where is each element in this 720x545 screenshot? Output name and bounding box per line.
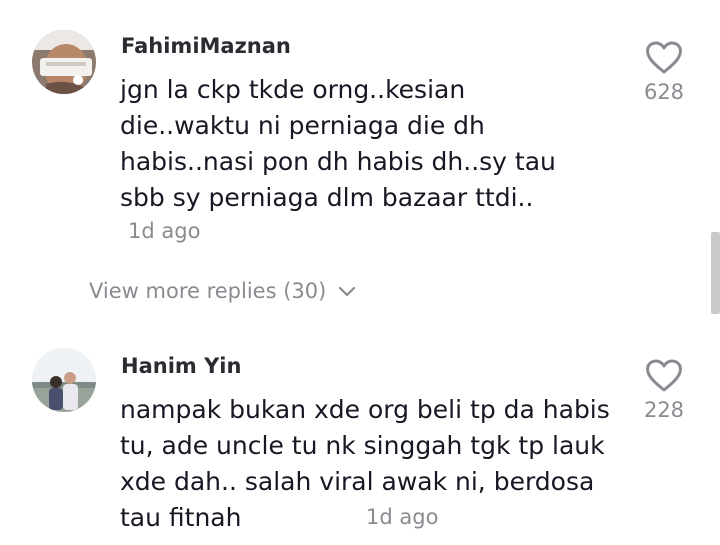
comment-text: nampak bukan xde org beli tp da habis tu…: [120, 395, 610, 532]
view-more-replies-button[interactable]: View more replies (30): [89, 279, 356, 303]
like-button[interactable]: 628: [628, 40, 700, 104]
comment-username[interactable]: FahimiMaznan: [121, 34, 291, 58]
avatar[interactable]: [32, 30, 96, 94]
like-count: 228: [643, 398, 685, 422]
heart-icon[interactable]: [644, 358, 684, 394]
comment-timestamp: 1d ago: [128, 219, 201, 243]
chevron-down-icon: [339, 286, 356, 297]
comment-item: FahimiMaznan jgn la ckp tkde orng..kesia…: [0, 0, 720, 270]
comment-item: Hanim Yin nampak bukan xde org beli tp d…: [0, 330, 720, 545]
like-button[interactable]: 228: [628, 358, 700, 422]
avatar[interactable]: [32, 348, 96, 412]
comment-username[interactable]: Hanim Yin: [121, 354, 241, 378]
like-count: 628: [643, 80, 685, 104]
comment-timestamp: 1d ago: [366, 505, 439, 529]
comment-text: jgn la ckp tkde orng..kesian die..waktu …: [120, 75, 556, 212]
scrollbar[interactable]: [711, 232, 720, 314]
view-more-replies-label: View more replies (30): [89, 279, 327, 303]
heart-icon[interactable]: [644, 40, 684, 76]
